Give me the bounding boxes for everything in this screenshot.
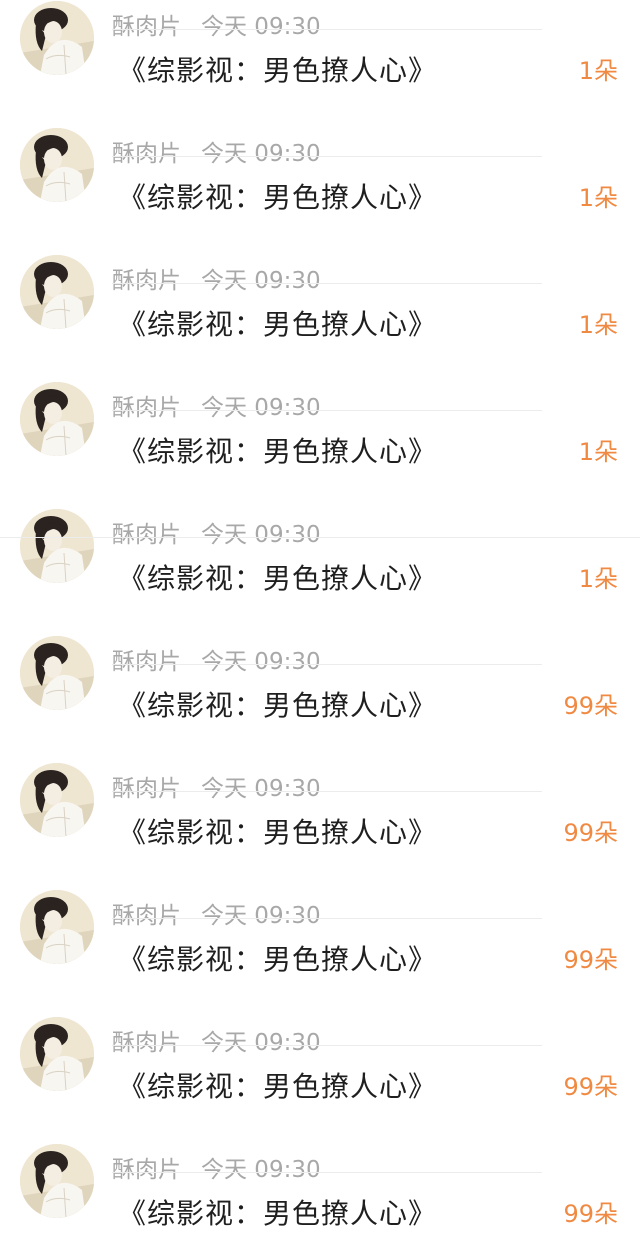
list-item[interactable]: 酥肉片 今天 09:30 《综影视：男色撩人心》 99朵 [0,919,640,1103]
list-item[interactable]: 酥肉片 今天 09:30 《综影视：男色撩人心》 99朵 [0,665,640,849]
list-item[interactable]: 酥肉片 今天 09:30 《综影视：男色撩人心》 99朵 [0,538,640,722]
item-meta: 酥肉片 今天 09:30 [112,1155,321,1185]
avatar-woman-portrait-icon[interactable] [20,1144,94,1218]
list-item[interactable]: 酥肉片 今天 09:30 《综影视：男色撩人心》 99朵 [0,1046,640,1230]
list-item[interactable]: 酥肉片 今天 09:30 《综影视：男色撩人心》 1朵 [0,157,640,341]
list-item[interactable]: 酥肉片 今天 09:30 《综影视：男色撩人心》 1朵 [0,284,640,468]
user-name[interactable]: 酥肉片 [112,1157,181,1183]
list-item[interactable]: 酥肉片 今天 09:30 《综影视：男色撩人心》 99朵 [0,792,640,976]
timestamp: 今天 09:30 [201,1157,321,1183]
book-title: 《综影视：男色撩人心》 [118,1197,438,1230]
divider [112,1172,542,1173]
list-item[interactable]: 酥肉片 今天 09:30 《综影视：男色撩人心》 1朵 [0,30,640,214]
gift-record-list: 酥肉片 今天 09:30 《综影视：男色撩人心》 1朵 酥肉片 今天 09:30 《… [0,0,640,1230]
list-item[interactable]: 酥肉片 今天 09:30 《综影视：男色撩人心》 1朵 [0,411,640,595]
gift-count: 99朵 [563,1200,618,1228]
list-item[interactable]: 酥肉片 今天 09:30 《综影视：男色撩人心》 1朵 [0,0,640,87]
